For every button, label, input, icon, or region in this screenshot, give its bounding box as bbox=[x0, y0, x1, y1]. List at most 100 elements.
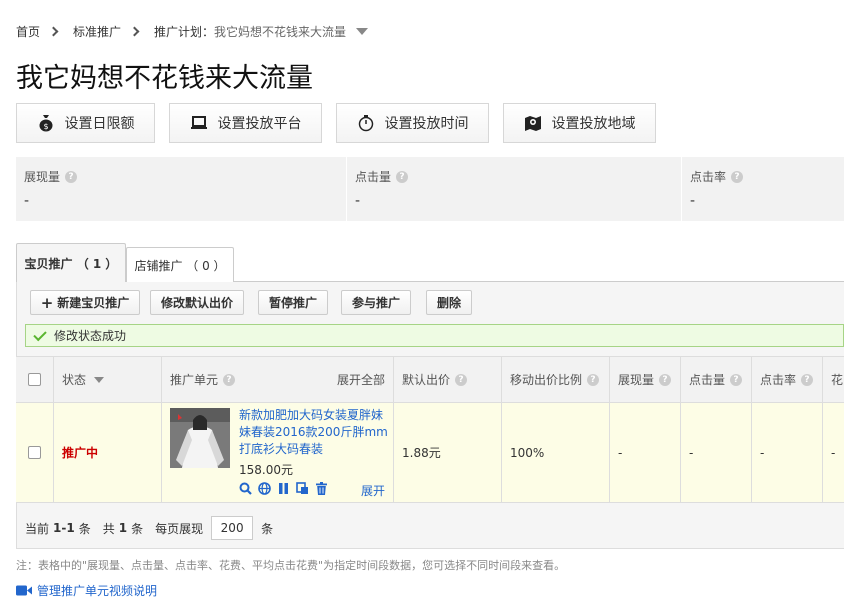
money-bag-icon: $ bbox=[37, 114, 55, 132]
pause-promotion-button[interactable]: 暂停推广 bbox=[258, 290, 328, 315]
help-icon[interactable]: ? bbox=[659, 373, 672, 386]
breadcrumb-plan-label: 推广计划： bbox=[154, 24, 215, 39]
expand-all-link[interactable]: 展开全部 bbox=[337, 371, 385, 388]
header-unit: 推广单元 ? 展开全部 bbox=[162, 357, 394, 402]
row-status-cell: 推广中 bbox=[54, 403, 162, 502]
search-icon[interactable] bbox=[239, 482, 252, 495]
table-header: 状态 推广单元 ? 展开全部 默认出价 ? 移动出价比例 ? 展现量 ? 点击量… bbox=[16, 356, 844, 403]
delete-button[interactable]: 删除 bbox=[426, 290, 472, 315]
svg-text:$: $ bbox=[43, 122, 48, 131]
header-status-label: 状态 bbox=[62, 373, 87, 387]
success-notice-text: 修改状态成功 bbox=[54, 329, 127, 343]
pager-unit: 条 bbox=[78, 521, 91, 536]
product-title-link[interactable]: 新款加肥加大码女装夏胖妹妹春装2016款200斤胖mm打底衫大码春装 bbox=[239, 407, 389, 458]
breadcrumb-plan-value[interactable]: 我它妈想不花钱来大流量 bbox=[214, 23, 346, 40]
stat-label: 展现量 bbox=[24, 170, 61, 184]
copy-icon[interactable] bbox=[296, 482, 309, 495]
row-checkbox-cell bbox=[16, 403, 54, 502]
stat-label: 点击量 bbox=[355, 170, 392, 184]
help-icon[interactable]: ? bbox=[587, 373, 600, 386]
laptop-icon bbox=[190, 114, 208, 132]
header-checkbox-cell bbox=[16, 357, 54, 402]
row-impressions: - bbox=[610, 403, 681, 502]
help-icon[interactable]: ? bbox=[223, 373, 236, 386]
new-item-promotion-button[interactable]: + 新建宝贝推广 bbox=[30, 290, 140, 315]
pager-current-range: 1-1 bbox=[53, 521, 75, 535]
join-promotion-button[interactable]: 参与推广 bbox=[341, 290, 411, 315]
stat-label: 点击率 bbox=[690, 170, 727, 184]
set-region-label: 设置投放地域 bbox=[551, 116, 636, 132]
globe-icon[interactable] bbox=[258, 482, 271, 495]
tab-shop-promotion[interactable]: 店铺推广 （ 0 ） bbox=[126, 247, 234, 282]
product-price: 158.00元 bbox=[239, 463, 293, 477]
trash-icon[interactable] bbox=[315, 482, 328, 495]
help-icon[interactable]: ? bbox=[65, 170, 78, 183]
set-daily-limit-label: 设置日限额 bbox=[64, 116, 135, 132]
header-ctr: 点击率 ? bbox=[752, 357, 823, 402]
row-default-bid[interactable]: 1.88元 bbox=[394, 403, 502, 502]
pager: 当前 1-1 条 共 1 条 每页展现 200 条 bbox=[25, 515, 273, 541]
new-item-promotion-label: 新建宝贝推广 bbox=[57, 296, 130, 310]
page-size-input[interactable]: 200 bbox=[211, 516, 254, 540]
header-mobile-ratio: 移动出价比例 ? bbox=[502, 357, 610, 402]
help-icon[interactable]: ? bbox=[455, 373, 468, 386]
header-default-bid: 默认出价 ? bbox=[394, 357, 502, 402]
breadcrumb: 首页 标准推广 推广计划： 我它妈想不花钱来大流量 bbox=[16, 22, 369, 40]
row-clicks: - bbox=[681, 403, 752, 502]
set-platform-button[interactable]: 设置投放平台 bbox=[169, 103, 322, 143]
pager-per-page-label: 每页展现 bbox=[155, 521, 204, 536]
header-impressions-label: 展现量 bbox=[618, 373, 655, 387]
chevron-right-icon bbox=[48, 26, 59, 36]
set-daily-limit-button[interactable]: $ 设置日限额 bbox=[16, 103, 155, 143]
pager-unit: 条 bbox=[261, 521, 274, 536]
stat-value: - bbox=[690, 193, 696, 209]
help-icon[interactable]: ? bbox=[731, 170, 744, 183]
header-impressions: 展现量 ? bbox=[610, 357, 681, 402]
set-time-button[interactable]: 设置投放时间 bbox=[336, 103, 489, 143]
video-guide-link[interactable]: 管理推广单元视频说明 bbox=[16, 582, 157, 599]
header-ctr-label: 点击率 bbox=[760, 373, 797, 387]
stat-ctr: 点击率? - bbox=[682, 157, 844, 221]
stat-value: - bbox=[24, 193, 30, 209]
header-mobile-ratio-label: 移动出价比例 bbox=[510, 373, 583, 387]
select-all-checkbox[interactable] bbox=[28, 373, 41, 386]
set-time-label: 设置投放时间 bbox=[384, 116, 469, 132]
breadcrumb-standard-promo[interactable]: 标准推广 bbox=[73, 23, 121, 40]
pause-icon[interactable] bbox=[277, 482, 290, 495]
help-icon[interactable]: ? bbox=[801, 373, 814, 386]
help-icon[interactable]: ? bbox=[396, 170, 409, 183]
caret-down-icon[interactable] bbox=[356, 27, 369, 35]
stats-bar: 展现量? - 点击量? - 点击率? - bbox=[16, 157, 844, 221]
header-default-bid-label: 默认出价 bbox=[402, 373, 451, 387]
video-guide-label: 管理推广单元视频说明 bbox=[37, 584, 158, 598]
edit-default-bid-button[interactable]: 修改默认出价 bbox=[150, 290, 244, 315]
stopwatch-icon bbox=[357, 114, 375, 132]
header-cost: 花 bbox=[823, 357, 844, 402]
footnote: 注：表格中的"展现量、点击量、点击率、花费、平均点击花费"为指定时间段数据，您可… bbox=[16, 559, 566, 572]
table-row: 推广中 新款加肥加大码女装夏胖妹妹春装2016款200斤胖mm打底衫大码春装 1… bbox=[16, 403, 844, 503]
header-status[interactable]: 状态 bbox=[54, 357, 162, 402]
set-region-button[interactable]: 设置投放地域 bbox=[503, 103, 656, 143]
row-unit-cell: 新款加肥加大码女装夏胖妹妹春装2016款200斤胖mm打底衫大码春装 158.0… bbox=[162, 403, 394, 502]
row-mobile-ratio[interactable]: 100% bbox=[502, 403, 610, 502]
product-actions bbox=[239, 482, 328, 495]
header-unit-label: 推广单元 bbox=[170, 373, 219, 387]
stat-impressions: 展现量? - bbox=[16, 157, 346, 221]
stat-clicks: 点击量? - bbox=[347, 157, 681, 221]
video-camera-icon bbox=[16, 585, 32, 596]
plus-icon: + bbox=[40, 293, 54, 312]
expand-link[interactable]: 展开 bbox=[361, 482, 385, 499]
map-marker-icon bbox=[524, 114, 542, 132]
product-thumbnail[interactable] bbox=[170, 408, 230, 468]
row-status[interactable]: 推广中 bbox=[62, 444, 98, 461]
help-icon[interactable]: ? bbox=[730, 373, 743, 386]
row-checkbox[interactable] bbox=[28, 446, 41, 459]
pager-unit: 条 bbox=[131, 521, 144, 536]
breadcrumb-home[interactable]: 首页 bbox=[16, 23, 40, 40]
stat-value: - bbox=[355, 193, 361, 209]
header-cost-label: 花 bbox=[831, 373, 844, 387]
set-platform-label: 设置投放平台 bbox=[217, 116, 302, 132]
tab-item-promotion[interactable]: 宝贝推广 （ 1 ） bbox=[16, 243, 126, 282]
header-clicks-label: 点击量 bbox=[689, 373, 726, 387]
caret-down-icon[interactable] bbox=[94, 376, 105, 383]
